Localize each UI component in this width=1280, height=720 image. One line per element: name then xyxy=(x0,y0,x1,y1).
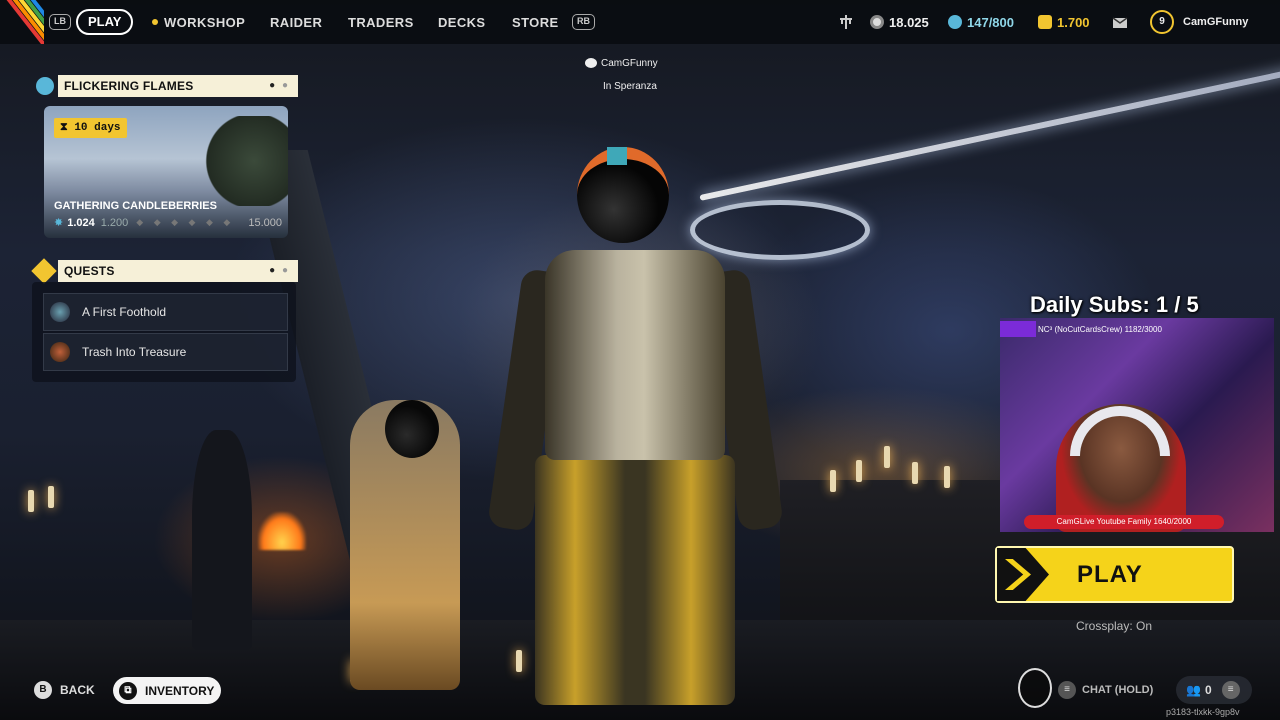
scene-candle xyxy=(884,446,890,468)
rb-bumper-icon[interactable]: RB xyxy=(572,14,595,30)
scene-candle xyxy=(28,490,34,512)
lb-bumper-icon[interactable]: LB xyxy=(49,14,71,30)
stream-logo-icon xyxy=(1018,668,1052,708)
tab-decks[interactable]: DECKS xyxy=(438,0,486,44)
tab-raider[interactable]: RAIDER xyxy=(270,0,322,44)
coin-icon xyxy=(870,15,884,29)
profile-button[interactable]: 9 CamGFunny xyxy=(1150,0,1248,44)
player-location: In Speranza xyxy=(603,81,657,92)
quest-label: Trash Into Treasure xyxy=(82,345,187,359)
event-timer-badge: ⧗ 10 days xyxy=(54,118,127,138)
character-torso xyxy=(545,250,725,460)
event-card[interactable]: ⧗ 10 days GATHERING CANDLEBERRIES ✸ 1.02… xyxy=(44,106,288,238)
quest-avatar-icon xyxy=(50,302,70,322)
play-button-label: PLAY xyxy=(1077,561,1143,588)
chat-label: CHAT (HOLD) xyxy=(1082,684,1154,696)
party-members-icon: 👥 xyxy=(1186,683,1201,697)
event-title: FLICKERING FLAMES xyxy=(64,79,194,93)
tab-traders[interactable]: TRADERS xyxy=(348,0,414,44)
party-button[interactable]: 👥 0 ≡ xyxy=(1176,676,1252,704)
tab-workshop-label: WORKSHOP xyxy=(164,14,246,30)
quests-header[interactable]: QUESTS ● ● xyxy=(58,260,298,282)
page-dots: ● ● xyxy=(269,80,290,91)
inventory-button[interactable]: ⧉ INVENTORY xyxy=(113,677,221,704)
stash-counter: 147/800 xyxy=(948,0,1014,44)
back-button[interactable]: B BACK xyxy=(34,676,95,704)
character-legs xyxy=(535,455,735,705)
tab-workshop[interactable]: WORKSHOP xyxy=(152,0,245,44)
event-milestone-markers: ◆ ◆ ◆ ◆ ◆ ◆ xyxy=(136,217,235,227)
event-card-title: GATHERING CANDLEBERRIES xyxy=(54,200,217,212)
character-helmet xyxy=(577,147,669,243)
inventory-label: INVENTORY xyxy=(145,683,215,698)
mail-icon[interactable] xyxy=(1112,0,1128,44)
back-label: BACK xyxy=(60,683,95,697)
scene-candle xyxy=(912,462,918,484)
quest-label: A First Foothold xyxy=(82,305,167,319)
quest-item[interactable]: Trash Into Treasure xyxy=(43,333,288,371)
webcam-chip xyxy=(1000,321,1036,337)
scene-statue-helmet xyxy=(385,400,439,458)
hourglass-icon: ⧗ xyxy=(60,122,75,134)
skill-tree-icon[interactable] xyxy=(838,0,854,44)
play-button[interactable]: PLAY xyxy=(995,546,1234,603)
coins-counter: 18.025 xyxy=(870,0,929,44)
menu-button-icon: ≡ xyxy=(1221,681,1240,699)
event-days: 10 days xyxy=(74,122,121,134)
event-gear-icon xyxy=(36,77,54,95)
scene-light-ring xyxy=(690,200,870,260)
tab-play[interactable]: PLAY xyxy=(76,9,134,35)
scene-candle xyxy=(944,466,950,488)
player-name: CamGFunny xyxy=(601,58,658,69)
event-max-points: 15.000 xyxy=(248,216,282,229)
webcam-top-bar: NC³ (NoCutCardsCrew) 1182/3000 xyxy=(1000,320,1274,338)
session-id: p3183-tlxkk-9gp8v xyxy=(1166,707,1240,717)
chat-button[interactable]: ≡ CHAT (HOLD) xyxy=(1058,676,1166,704)
tab-store[interactable]: STORE xyxy=(512,0,559,44)
play-arrow-icon xyxy=(997,548,1049,601)
scene-npc-silhouette xyxy=(192,430,252,650)
menu-button-icon: ≡ xyxy=(1058,681,1076,699)
top-navigation-bar: LB PLAY WORKSHOP RAIDER TRADERS DECKS ST… xyxy=(0,0,1280,44)
tokens-value: 1.700 xyxy=(1057,14,1090,30)
event-card-image xyxy=(204,116,288,206)
event-points-icon: ✸ xyxy=(54,217,64,229)
scene-fire xyxy=(258,512,306,550)
event-next-milestone: 1.200 xyxy=(100,216,129,229)
scene-candle xyxy=(856,460,862,482)
player-nameplate: CamGFunny In Speranza xyxy=(585,58,658,92)
party-count: 0 xyxy=(1204,683,1212,697)
page-dots: ● ● xyxy=(269,265,290,276)
stash-icon xyxy=(948,15,962,29)
event-header[interactable]: FLICKERING FLAMES ● ● xyxy=(58,75,298,97)
webcam-top-text: NC³ (NoCutCardsCrew) 1182/3000 xyxy=(1038,324,1162,334)
event-current-points: 1.024 xyxy=(67,216,95,229)
crown-icon xyxy=(585,58,597,69)
notification-dot-icon xyxy=(152,19,158,25)
quests-list: A First Foothold Trash Into Treasure xyxy=(32,282,296,382)
view-button-icon: ⧉ xyxy=(119,681,137,700)
webcam-overlay: NC³ (NoCutCardsCrew) 1182/3000 CamGLive … xyxy=(1000,318,1274,532)
stream-rainbow-logo xyxy=(0,0,44,44)
quest-avatar-icon xyxy=(50,342,70,362)
scene-candle xyxy=(830,470,836,492)
webcam-bottom-bar: CamGLive Youtube Family 1640/2000 xyxy=(1024,515,1224,529)
stash-value: 147/800 xyxy=(967,14,1014,30)
b-button-icon: B xyxy=(34,681,52,699)
tokens-counter: 1.700 xyxy=(1038,0,1090,44)
coins-value: 18.025 xyxy=(889,14,929,30)
scene-candle xyxy=(516,650,522,672)
profile-username: CamGFunny xyxy=(1183,16,1249,28)
quests-title: QUESTS xyxy=(64,264,115,278)
scene-candle xyxy=(48,486,54,508)
event-progress: ✸ 1.024 1.200 ◆ ◆ ◆ ◆ ◆ ◆ 15.000 xyxy=(54,216,282,230)
daily-subs-counter: Daily Subs: 1 / 5 xyxy=(1030,292,1199,317)
scene-light-beam xyxy=(699,66,1280,201)
crossplay-status: Crossplay: On xyxy=(1076,619,1153,633)
token-icon xyxy=(1038,15,1052,29)
quest-item[interactable]: A First Foothold xyxy=(43,293,288,331)
player-level-badge: 9 xyxy=(1150,10,1174,34)
